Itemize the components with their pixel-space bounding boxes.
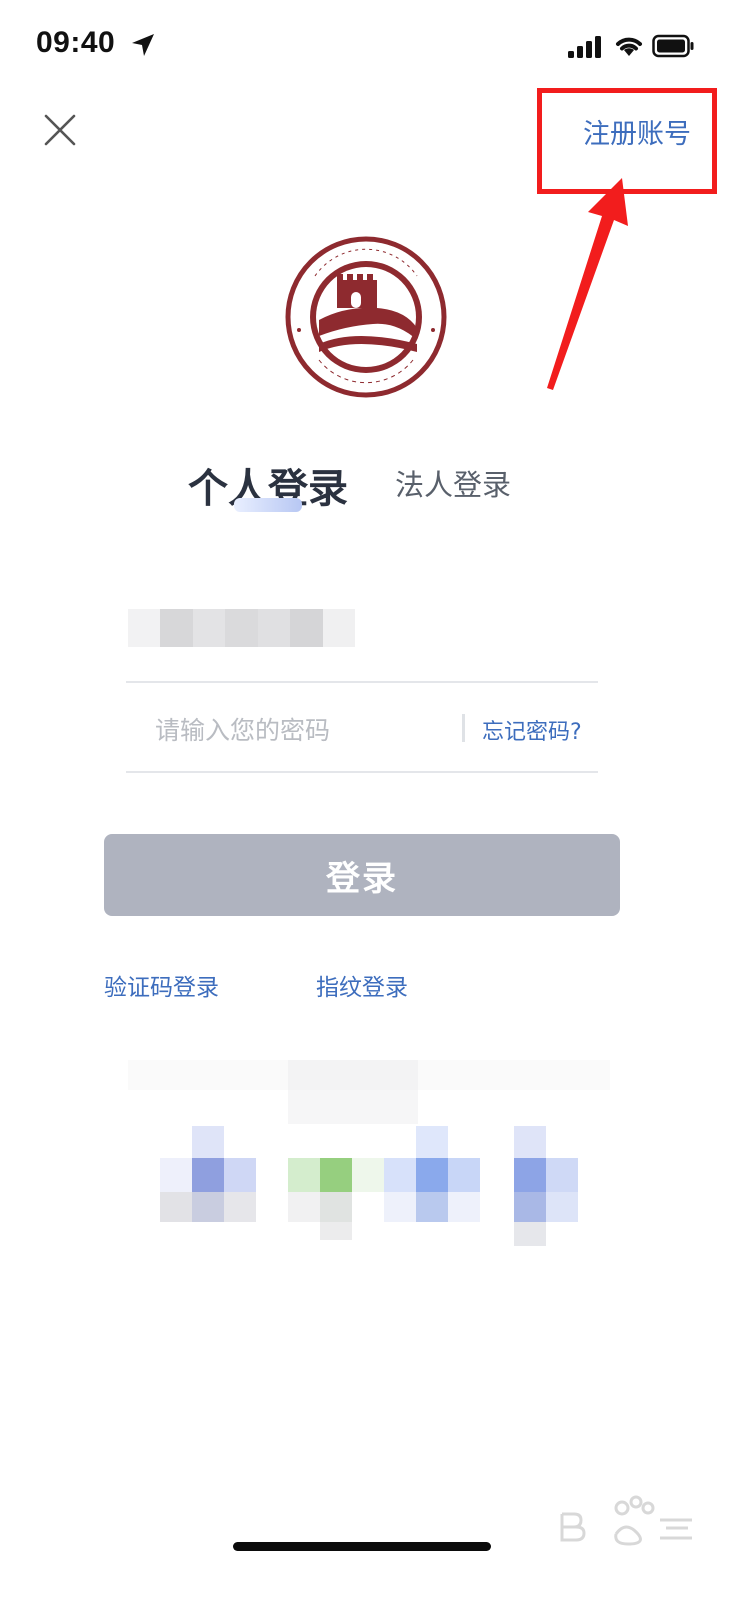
close-icon[interactable] (40, 110, 80, 150)
login-button[interactable]: 登录 (104, 834, 620, 916)
password-divider (462, 714, 465, 742)
sms-code-login-link[interactable]: 验证码登录 (104, 968, 219, 1002)
status-time: 09:40 (36, 26, 116, 59)
password-underline (126, 771, 598, 773)
username-underline (126, 681, 598, 683)
home-indicator (233, 1542, 491, 1551)
wifi-icon (616, 37, 642, 56)
annotation-arrow-icon (547, 178, 628, 390)
hebei-gov-services-logo (285, 236, 447, 398)
watermark-logo (560, 1495, 692, 1546)
third-party-login-redacted (128, 1060, 610, 1246)
username-field-redacted[interactable] (128, 609, 355, 647)
tab-legal-person-login[interactable]: 法人登录 (395, 462, 511, 504)
signal-icon (568, 36, 601, 58)
location-arrow-icon (132, 34, 154, 56)
battery-icon (652, 34, 694, 58)
tab-active-indicator (234, 498, 302, 512)
fingerprint-login-link[interactable]: 指纹登录 (316, 968, 408, 1002)
forgot-password-link[interactable]: 忘记密码? (482, 714, 582, 746)
password-input[interactable] (153, 707, 437, 753)
